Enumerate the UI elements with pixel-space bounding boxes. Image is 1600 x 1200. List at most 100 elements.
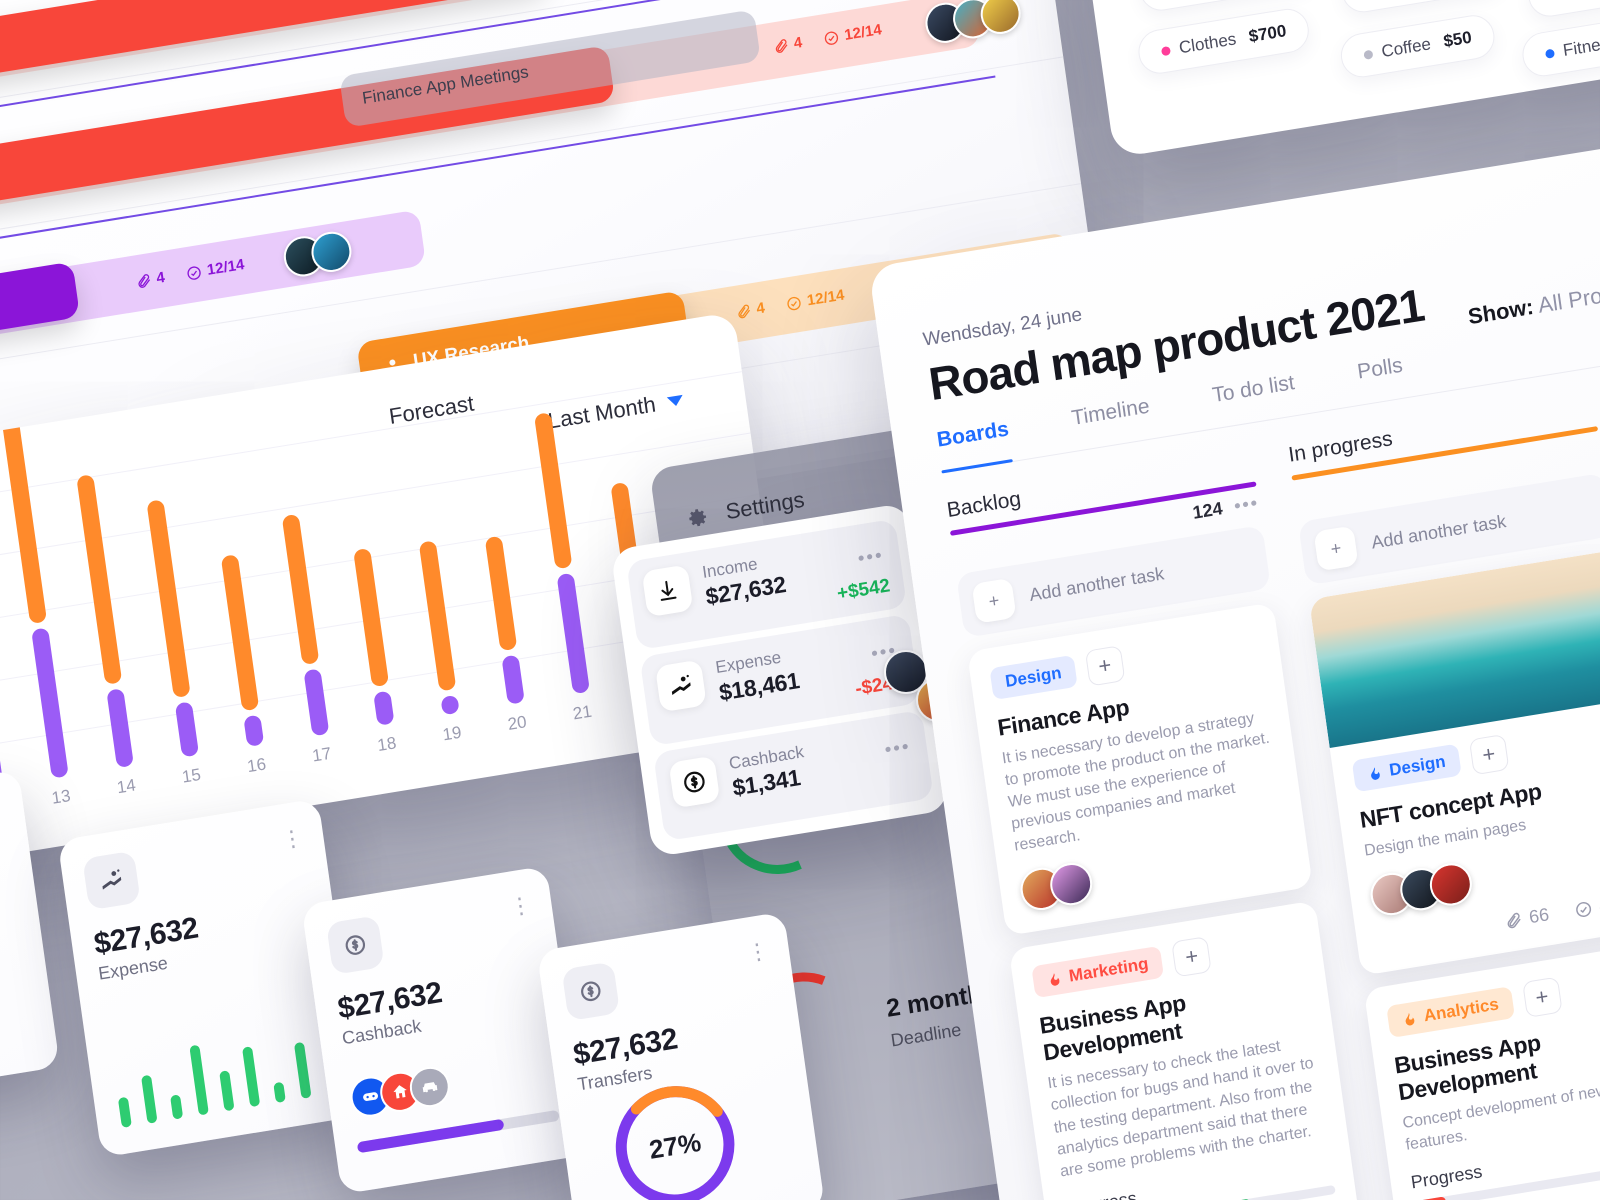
chevron-down-icon	[666, 394, 684, 408]
tag-color-dot	[1544, 48, 1555, 59]
chart-x-tick: 21	[571, 701, 593, 724]
sparkline-bar	[273, 1081, 286, 1104]
tag-label: Clothes	[1177, 29, 1238, 58]
plus-icon: +	[1313, 525, 1359, 572]
kanban-card[interactable]: Design + Finance App It is necessary to …	[966, 602, 1313, 937]
more-options-icon[interactable]: ⋮	[745, 937, 770, 965]
chart-bar-forecast	[220, 554, 260, 712]
expense-tag-fitness[interactable]: Fitness $650	[1519, 8, 1600, 80]
chart-x-tick: 19	[441, 722, 463, 745]
attachment-icon	[738, 304, 750, 318]
tab-timeline[interactable]: Timeline	[1070, 395, 1152, 441]
status-badge[interactable]: Design	[989, 654, 1078, 701]
attachment-count: 66	[1527, 904, 1551, 928]
chart-bar-forecast	[146, 499, 191, 699]
sparkline-bar	[242, 1046, 261, 1108]
attachment-count: 4	[155, 268, 166, 288]
expense-icon	[655, 659, 707, 713]
plus-icon: +	[971, 577, 1017, 624]
more-options-icon[interactable]: ⋮	[508, 892, 533, 920]
deadline-label: Deadline	[889, 1019, 963, 1051]
tab-polls[interactable]: Polls	[1356, 354, 1406, 395]
coin-icon	[561, 961, 621, 1022]
sparkline-bar	[170, 1094, 184, 1120]
money-row-delta: +$542	[835, 575, 892, 605]
plus-icon[interactable]: +	[1468, 733, 1510, 776]
attachment-count: 4	[792, 34, 804, 53]
expense-tag-internet[interactable]: Internet $45	[1339, 0, 1507, 16]
tag-label: Fitness	[1561, 32, 1600, 60]
check-circle-icon	[187, 265, 201, 280]
add-task-label: Add another task	[1028, 562, 1166, 605]
tag-color-dot	[1363, 49, 1374, 60]
tag-amount: $700	[1247, 21, 1288, 47]
plus-icon[interactable]: +	[1171, 936, 1213, 978]
chart-bar-forecast	[76, 474, 123, 685]
chart-bar-actual	[440, 694, 460, 716]
chart-x-tick: 16	[245, 754, 268, 777]
sparkline-chart	[110, 1004, 340, 1128]
status-badge[interactable]: Design	[1351, 743, 1462, 793]
chart-bar-actual	[31, 627, 69, 779]
card-cover-image	[1308, 549, 1600, 749]
column-count: 124	[1191, 498, 1224, 523]
transfers-donut-chart: 27%	[601, 1070, 750, 1200]
add-task-label: Add another task	[1370, 510, 1508, 553]
status-badge[interactable]: Analytics	[1386, 986, 1515, 1039]
expense-tag-oil[interactable]: Oil $15	[1525, 0, 1600, 20]
tab-boards[interactable]: Boards	[936, 417, 1012, 462]
more-options-icon[interactable]: •••	[883, 736, 912, 762]
download-icon	[641, 564, 694, 618]
chart-x-tick: 14	[115, 775, 137, 798]
badge-label: Marketing	[1067, 954, 1150, 986]
kanban-card[interactable]: Design + NFT concept App Design the main…	[1308, 549, 1600, 976]
tag-label: Coffee	[1380, 34, 1433, 62]
check-circle-icon	[825, 30, 839, 45]
chart-bar-actual	[501, 654, 525, 705]
stat-card-transfers[interactable]: ⋮ $27,632 Transfers 27%	[536, 911, 826, 1200]
donut-center-label: 27%	[647, 1126, 703, 1165]
chart-title: Forecast	[387, 390, 476, 429]
more-options-icon[interactable]: ⋮	[280, 824, 305, 852]
chart-x-tick: 15	[180, 764, 203, 787]
kanban-card[interactable]: Marketing + Business App Development It …	[1008, 900, 1375, 1200]
badge-label: Analytics	[1422, 994, 1500, 1026]
chart-bar-actual	[0, 602, 4, 790]
attachment-count: 4	[755, 299, 766, 318]
tag-amount: $50	[1442, 27, 1473, 51]
period-selector[interactable]: Last Month	[546, 387, 685, 435]
period-selector-label: Last Month	[546, 391, 658, 434]
expense-tag-coffee[interactable]: Coffee $50	[1338, 12, 1498, 81]
sparkline-bar	[117, 1096, 132, 1128]
tab-todo-list[interactable]: To do list	[1211, 371, 1298, 418]
chart-x-tick: 17	[311, 743, 333, 766]
sparkline-bar	[293, 1041, 312, 1099]
more-options-icon[interactable]: •••	[857, 545, 886, 571]
sparkline-bar	[219, 1070, 235, 1112]
category-badges	[348, 1063, 453, 1120]
chart-bar-actual	[106, 688, 134, 769]
plus-icon[interactable]: +	[1084, 645, 1126, 687]
gear-icon	[680, 501, 712, 533]
status-badge[interactable]: Marketing	[1031, 946, 1165, 999]
check-circle-icon	[787, 296, 801, 310]
chart-x-tick: 20	[506, 712, 528, 734]
kanban-card[interactable]: Analytics + Business App Development Con…	[1363, 940, 1600, 1200]
more-options-icon[interactable]: •••	[1233, 492, 1261, 517]
expense-tags-panel: Apr May Jun Jul Training $650 Internet $…	[1073, 0, 1600, 159]
sparkline-bar	[141, 1074, 158, 1124]
stat-card-cashback[interactable]: ⋮ $27,632 Cashback	[301, 865, 587, 1195]
attachment-icon	[775, 38, 788, 53]
gantt-ghost-label: Finance App Meetings	[361, 62, 530, 108]
more-options-icon[interactable]: ⋮	[0, 795, 5, 823]
expense-tag-clothes[interactable]: Clothes $700	[1135, 5, 1313, 77]
cashback-icon	[668, 755, 721, 809]
plus-icon[interactable]: +	[1521, 976, 1563, 1019]
fire-icon	[1405, 1012, 1415, 1025]
attachment-icon	[1507, 912, 1521, 928]
chart-bar-forecast	[418, 540, 457, 692]
chart-x-tick: 18	[376, 733, 398, 756]
badge-label: Design	[1388, 751, 1447, 780]
chart-bar-actual	[556, 572, 591, 695]
chart-bar-actual	[303, 668, 330, 737]
